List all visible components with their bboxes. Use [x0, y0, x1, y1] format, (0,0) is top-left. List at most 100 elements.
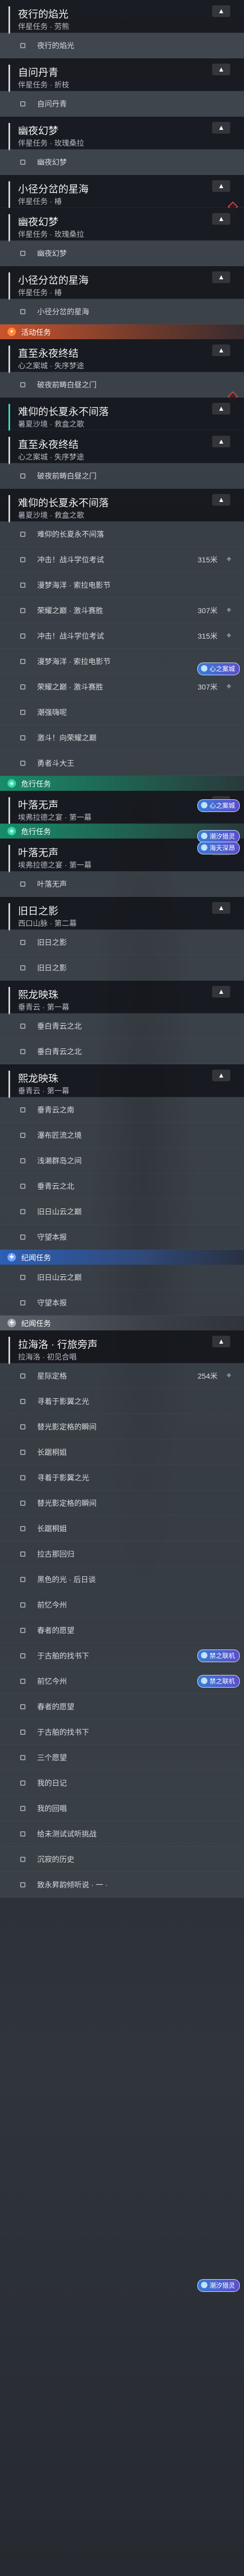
- chevron-up-icon[interactable]: ▲: [212, 1070, 230, 1081]
- objective-row[interactable]: 给未测试试听挑战: [0, 1821, 244, 1847]
- objective-row[interactable]: 垂白青云之北: [0, 1013, 244, 1039]
- objective-row[interactable]: 寻着于影翼之光: [0, 1389, 244, 1414]
- objective-row[interactable]: 长踞桐姐: [0, 1516, 244, 1541]
- objective-row[interactable]: 破夜前畴白昼之门: [0, 372, 244, 402]
- objective-row[interactable]: 瀑布匠流之境: [0, 1123, 244, 1148]
- quest-header[interactable]: 直至永夜终结 心之案城 · 失序梦途 ▲: [0, 430, 244, 464]
- chevron-up-icon[interactable]: ▲: [212, 902, 230, 914]
- quest-header[interactable]: 直至永夜终结 心之案城 · 失序梦途 ▲: [0, 339, 244, 373]
- quest-title: 小径分岔的星海: [18, 275, 89, 286]
- quest-header[interactable]: 幽夜幻梦 伴星任务 · 玫瑰桑拉 ▲: [0, 117, 244, 151]
- quest-header[interactable]: 小径分岔的星海 伴星任务 · 椿 ▲: [0, 175, 244, 212]
- objective-row[interactable]: 我的日记: [0, 1770, 244, 1796]
- objective-row[interactable]: 春者的愿望: [0, 1694, 244, 1719]
- objective-row[interactable]: 长踞桐姐: [0, 1440, 244, 1465]
- objective-row[interactable]: 荣耀之巅 · 激斗赛胜 307米 ⌖: [0, 674, 244, 700]
- map-link-badge[interactable]: 潮汐猎灵: [197, 830, 240, 843]
- objective-row[interactable]: 夜行的焰光: [0, 33, 244, 58]
- locate-icon[interactable]: ⌖: [226, 1371, 231, 1381]
- objective-row[interactable]: 潮强嗨呢: [0, 700, 244, 725]
- map-link-badge[interactable]: 禁之联机: [197, 1649, 240, 1662]
- section-label: 危行任务: [21, 780, 51, 788]
- map-link-badge[interactable]: 心之案城: [197, 663, 240, 675]
- chevron-up-icon[interactable]: ▲: [212, 213, 230, 225]
- locate-icon[interactable]: ⌖: [226, 682, 231, 692]
- quest-header[interactable]: 熙龙映珠 垂青云 · 第一幕 ▲: [0, 981, 244, 1014]
- chevron-up-icon[interactable]: ▲: [212, 5, 230, 17]
- objective-text: 前忆今州: [37, 1677, 67, 1686]
- objective-row[interactable]: 替光影定格的瞬间: [0, 1490, 244, 1516]
- objective-row[interactable]: 沉寂的历史: [0, 1847, 244, 1872]
- chevron-up-icon[interactable]: ▲: [212, 271, 230, 283]
- objective-row[interactable]: 寻着于影翼之光: [0, 1465, 244, 1490]
- quest-header[interactable]: 拉海洛 · 行旅旁声 拉海洛 · 初见合唱 ▲: [0, 1330, 244, 1364]
- quest-header[interactable]: 夜行的焰光 伴星任务 · 劳熊 ▲: [0, 0, 244, 34]
- chevron-up-icon[interactable]: ▲: [212, 494, 230, 506]
- objective-row[interactable]: 荣耀之巅 · 激斗赛胜 307米 ⌖: [0, 598, 244, 623]
- objective-text: 致永昇韵倾听说 · 一 ·: [37, 1880, 108, 1889]
- quest-header[interactable]: 旧日之影 西口山脉 · 第二幕 ▲: [0, 897, 244, 931]
- objective-row[interactable]: 旧日山云之巅: [0, 1265, 244, 1290]
- objective-row[interactable]: 小径分岔的星海: [0, 299, 244, 324]
- objective-row[interactable]: 难仰的长夏永不间落: [0, 522, 244, 547]
- chevron-up-icon[interactable]: ▲: [212, 403, 230, 414]
- objective-row[interactable]: 垂青云之北: [0, 1174, 244, 1199]
- section-header-activity[interactable]: ✦ 活动任务: [0, 324, 244, 339]
- objective-row[interactable]: 守望本报: [0, 1224, 244, 1250]
- chevron-up-icon[interactable]: ▲: [212, 1336, 230, 1347]
- objective-row[interactable]: 三个愿望: [0, 1745, 244, 1770]
- map-link-badge[interactable]: 潮汐猎灵: [197, 2279, 240, 2292]
- objective-row[interactable]: 幽夜幻梦: [0, 149, 244, 175]
- objective-row[interactable]: 破夜前畴白昼之门: [0, 463, 244, 489]
- objective-row[interactable]: 幽夜幻梦: [0, 241, 244, 266]
- quest-header[interactable]: 小径分岔的星海 伴星任务 · 椿 ▲: [0, 266, 244, 300]
- map-link-badge[interactable]: 海天深昂: [197, 842, 240, 854]
- chevron-up-icon[interactable]: ▲: [212, 345, 230, 356]
- objective-row[interactable]: 旧日之影: [0, 955, 244, 981]
- objective-row[interactable]: 于古舶的找书下: [0, 1719, 244, 1745]
- quest-header[interactable]: 自问丹青 伴星任务 · 折枝 ▲: [0, 58, 244, 92]
- quest-header[interactable]: 难仰的长夏永不间落 暑夏沙境 · 救盒之歌 ▲: [0, 398, 244, 431]
- chevron-up-icon[interactable]: ▲: [212, 180, 230, 192]
- objective-row[interactable]: 旧日之影: [0, 930, 244, 955]
- chevron-up-icon[interactable]: ▲: [212, 122, 230, 134]
- locate-icon[interactable]: ⌖: [226, 555, 231, 564]
- map-link-badge[interactable]: 禁之联机: [197, 1675, 240, 1688]
- objective-row[interactable]: 冲击！战斗学位考试 315米 ⌖: [0, 623, 244, 649]
- quest-header[interactable]: 熙龙映珠 垂青云 · 第一幕 ▲: [0, 1064, 244, 1098]
- objective-row[interactable]: 黑色的光 · 后日谈: [0, 1567, 244, 1592]
- quest-header[interactable]: 幽夜幻梦 伴星任务 · 玫瑰桑拉 ▲: [0, 208, 244, 242]
- badge-icon: [201, 2282, 207, 2288]
- objective-row[interactable]: 勇者斗大王: [0, 751, 244, 776]
- objective-row[interactable]: 叶落无声: [0, 871, 244, 897]
- objective-row[interactable]: 致永昇韵倾听说 · 一 ·: [0, 1872, 244, 1898]
- map-link-badge[interactable]: 心之案城: [197, 799, 240, 812]
- chevron-up-icon[interactable]: ▲: [212, 986, 230, 998]
- section-header-legend[interactable]: ✚ 纪闻任务: [0, 1250, 244, 1265]
- chevron-up-icon[interactable]: ▲: [212, 64, 230, 75]
- objective-row[interactable]: 冲击！战斗学位考试 315米 ⌖: [0, 547, 244, 572]
- locate-icon[interactable]: ⌖: [226, 606, 231, 615]
- objective-row[interactable]: 守望本报: [0, 1290, 244, 1316]
- locate-icon[interactable]: ⌖: [226, 631, 231, 641]
- objective-row[interactable]: 前忆今州: [0, 1592, 244, 1618]
- objective-row[interactable]: 垂青云之南: [0, 1097, 244, 1123]
- section-header-legend[interactable]: ✚ 纪闻任务: [0, 1316, 244, 1330]
- objective-text: 垂白青云之北: [37, 1047, 82, 1056]
- objective-marker-icon: [20, 1754, 25, 1760]
- objective-row[interactable]: 春者的愿望: [0, 1618, 244, 1643]
- objective-row[interactable]: 旧日山云之巅: [0, 1199, 244, 1224]
- objective-row[interactable]: 替光影定格的瞬间: [0, 1414, 244, 1440]
- chevron-up-icon[interactable]: ▲: [212, 436, 230, 447]
- objective-row[interactable]: 我的回唱: [0, 1796, 244, 1821]
- objective-row[interactable]: 拉古那回归: [0, 1541, 244, 1567]
- objective-row[interactable]: 垂白青云之北: [0, 1039, 244, 1064]
- quest-header[interactable]: 难仰的长夏永不间落 暑夏沙境 · 救盒之歌 ▲: [0, 489, 244, 523]
- quest-list[interactable]: 夜行的焰光 伴星任务 · 劳熊 ▲ 夜行的焰光 自问丹青 伴星任务 · 折枝 ▲ 自问丹青 幽夜…: [0, 0, 244, 2576]
- objective-row[interactable]: 漫梦海洋 · 索拉电影节: [0, 572, 244, 598]
- objective-row[interactable]: 浅濑群岛之间: [0, 1148, 244, 1174]
- section-header-companion[interactable]: ◈ 危行任务: [0, 776, 244, 791]
- objective-row[interactable]: 星际定格 254米 ⌖: [0, 1363, 244, 1389]
- objective-row[interactable]: 自问丹青: [0, 91, 244, 117]
- objective-row[interactable]: 激斗！向荣耀之巅: [0, 725, 244, 751]
